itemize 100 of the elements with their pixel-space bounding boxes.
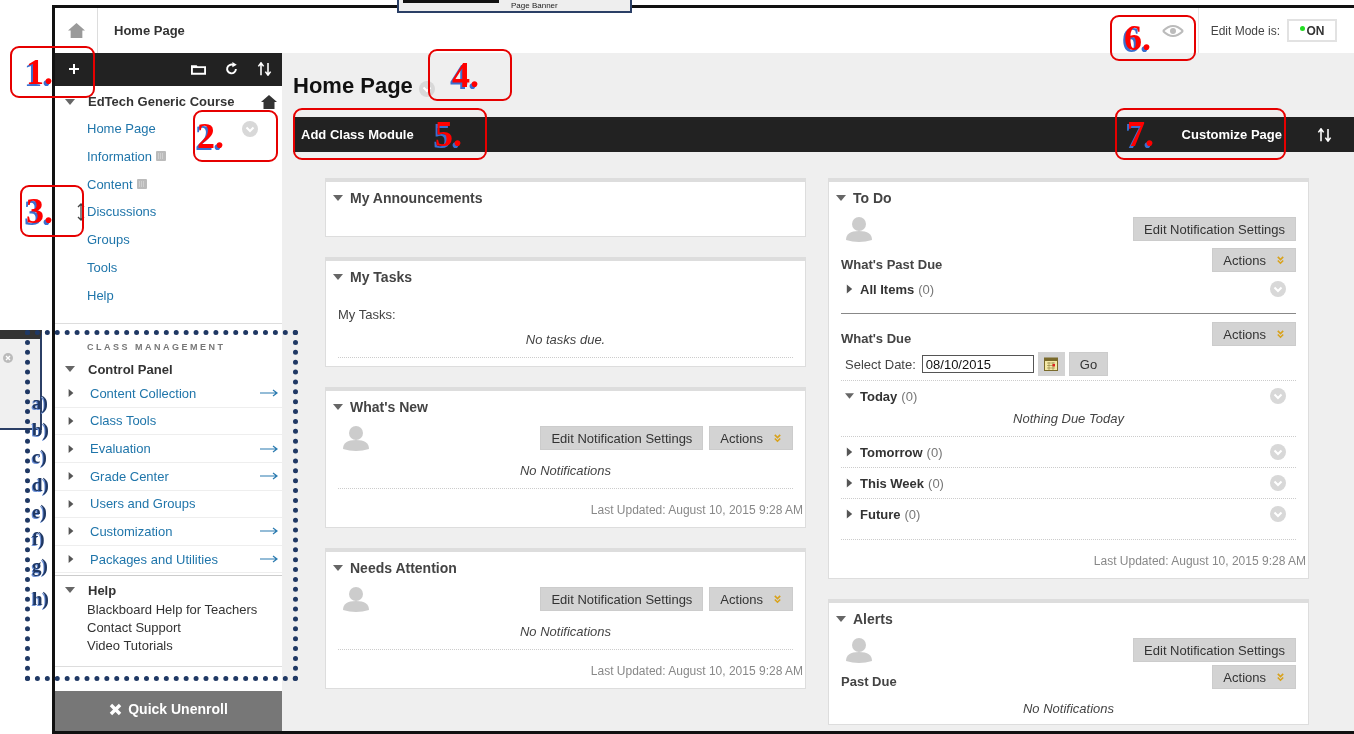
edit-notification-settings-button[interactable]: Edit Notification Settings <box>540 587 704 611</box>
help-link[interactable]: Video Tutorials <box>55 637 282 656</box>
control-panel-link[interactable]: Users and Groups <box>90 496 196 512</box>
add-icon[interactable] <box>69 64 79 75</box>
home-icon[interactable] <box>261 94 277 109</box>
go-button[interactable]: Go <box>1068 352 1109 376</box>
help-link[interactable]: Contact Support <box>55 619 282 638</box>
customize-page-button[interactable]: Customize Page <box>1181 127 1282 142</box>
add-class-module-button[interactable]: Add Class Module <box>301 127 414 142</box>
resize-arrow-icon[interactable] <box>77 203 85 221</box>
group-count: (0) <box>918 281 935 297</box>
control-panel-heading[interactable]: Control Panel <box>88 361 173 377</box>
actions-button[interactable]: Actions <box>709 426 793 450</box>
edit-mode-label: Edit Mode is: <box>1210 23 1280 38</box>
empty-message: No Notifications <box>518 624 612 639</box>
control-panel-link[interactable]: Customization <box>90 524 173 539</box>
caret-icon[interactable] <box>67 443 75 454</box>
caret-icon[interactable] <box>845 509 854 519</box>
caret-icon[interactable] <box>845 447 854 457</box>
sort-icon[interactable] <box>257 62 272 77</box>
edit-notification-settings-button[interactable]: Edit Notification Settings <box>540 426 704 450</box>
course-menu-link[interactable]: Home Page <box>87 121 156 136</box>
date-label: Select Date: <box>845 356 916 372</box>
course-menu-link[interactable]: Groups <box>87 232 130 248</box>
actions-button[interactable]: Actions <box>709 587 793 611</box>
caret-icon[interactable] <box>332 563 344 573</box>
group-label[interactable]: All Items <box>860 281 915 297</box>
control-panel-link[interactable]: Grade Center <box>90 468 169 484</box>
double-chevron-icon <box>1276 329 1285 339</box>
date-field[interactable]: 08/10/2015 <box>921 355 1034 373</box>
caret-icon[interactable] <box>332 193 344 203</box>
course-menu-link[interactable]: Information <box>87 148 153 164</box>
caret-icon[interactable] <box>67 526 75 537</box>
control-panel-link[interactable]: Evaluation <box>90 441 151 457</box>
avatar-icon <box>342 586 370 612</box>
module-title: My Tasks <box>350 269 412 285</box>
folder-icon[interactable] <box>191 62 206 77</box>
empty-message: No Notifications <box>518 463 612 478</box>
section-title: Past Due <box>841 673 897 689</box>
callout-number: 3. <box>26 190 53 233</box>
step-letter: h) <box>32 588 49 610</box>
course-title[interactable]: EdTech Generic Course <box>88 94 235 110</box>
course-menu-link[interactable]: Discussions <box>87 204 157 220</box>
actions-button[interactable]: Actions <box>1212 248 1296 272</box>
chevron-circle-icon[interactable] <box>418 80 435 97</box>
edit-notification-settings-button[interactable]: Edit Notification Settings <box>1133 638 1296 662</box>
empty-message: No tasks due. <box>524 332 607 347</box>
group-label[interactable]: This Week <box>860 475 925 491</box>
group-label[interactable]: Tomorrow <box>860 444 923 460</box>
callout-number: 7. <box>1127 113 1154 156</box>
calendar-button[interactable] <box>1037 352 1065 376</box>
caret-icon[interactable] <box>65 96 75 107</box>
help-heading[interactable]: Help <box>88 582 117 598</box>
step-letter: c) <box>32 446 47 468</box>
arrow-icon <box>260 389 278 398</box>
content-area-icon <box>136 179 147 190</box>
arrow-icon <box>260 555 278 564</box>
avatar-icon <box>845 216 873 242</box>
edit-mode-toggle[interactable]: ON <box>1287 19 1337 42</box>
actions-button[interactable]: Actions <box>1212 665 1296 689</box>
course-menu-link[interactable]: Help <box>87 287 114 303</box>
caret-icon[interactable] <box>835 193 847 203</box>
empty-message: No Notifications <box>1021 701 1115 716</box>
control-panel-link[interactable]: Class Tools <box>90 413 157 429</box>
edit-notification-settings-button[interactable]: Edit Notification Settings <box>1133 217 1296 241</box>
group-label[interactable]: Today <box>860 388 898 404</box>
caret-icon[interactable] <box>67 498 75 509</box>
last-updated: Last Updated: August 10, 2015 9:28 AM <box>589 664 803 678</box>
group-count: (0) <box>926 444 943 460</box>
quick-unenroll-button[interactable]: Quick Unenroll <box>55 691 282 732</box>
course-menu-link[interactable]: Tools <box>87 260 118 275</box>
course-menu-link[interactable]: Content <box>87 176 133 192</box>
double-chevron-icon <box>773 594 782 604</box>
caret-icon[interactable] <box>845 478 854 488</box>
caret-icon[interactable] <box>67 416 75 426</box>
caret-icon[interactable] <box>67 388 75 399</box>
caret-icon[interactable] <box>835 614 847 624</box>
arrow-icon <box>260 527 278 536</box>
refresh-icon[interactable] <box>224 62 239 77</box>
control-panel-link[interactable]: Packages and Utilities <box>90 551 218 567</box>
actions-button[interactable]: Actions <box>1212 322 1296 346</box>
callout-number: 2. <box>197 115 224 158</box>
breadcrumb: Home Page <box>114 23 185 38</box>
last-updated: Last Updated: August 10, 2015 9:28 AM <box>1092 554 1306 568</box>
section-title: What's Past Due <box>841 256 943 272</box>
control-panel-link[interactable]: Content Collection <box>90 385 197 401</box>
caret-icon[interactable] <box>332 402 344 412</box>
caret-icon[interactable] <box>67 554 75 565</box>
group-label[interactable]: Future <box>860 506 901 522</box>
caret-icon[interactable] <box>845 391 854 401</box>
help-link[interactable]: Blackboard Help for Teachers <box>55 601 282 620</box>
section-heading: CLASS MANAGEMENT <box>86 341 227 353</box>
caret-icon[interactable] <box>67 471 75 482</box>
sort-icon[interactable] <box>1317 127 1332 142</box>
caret-icon[interactable] <box>845 284 854 294</box>
module-title: My Announcements <box>350 190 483 206</box>
banner-title: Page Banner <box>511 1 558 10</box>
step-letter: g) <box>32 555 48 577</box>
caret-icon[interactable] <box>332 272 344 282</box>
module-title: To Do <box>853 190 892 206</box>
